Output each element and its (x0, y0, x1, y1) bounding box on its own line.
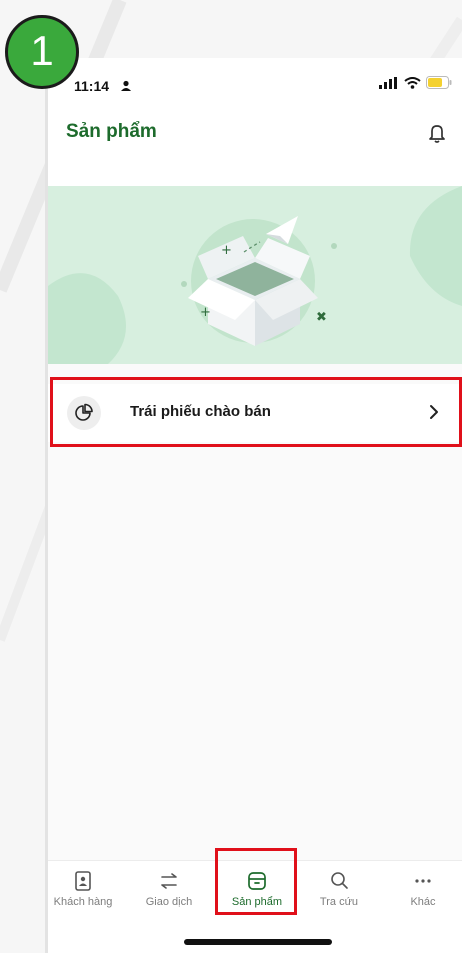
svg-text:✖: ✖ (316, 310, 327, 325)
transfer-arrows-icon (161, 873, 177, 889)
step-number-badge: 1 (5, 15, 79, 89)
screenshot-canvas: 11:14 Sản phẩm + + ✖ Trái phiếu chào bán… (0, 0, 462, 953)
tab-customers[interactable]: Khách hàng (48, 869, 124, 915)
tab-label-customers: Khách hàng (53, 896, 113, 908)
banner-illustration: + + ✖ (48, 186, 462, 364)
home-indicator (184, 939, 332, 945)
battery-icon (426, 76, 452, 89)
svg-text:+: + (221, 243, 232, 258)
person-icon (121, 80, 131, 91)
status-icons (379, 76, 452, 89)
signal-icon (379, 76, 397, 89)
highlight-box-product (50, 377, 462, 447)
customer-file-icon (75, 871, 91, 891)
bell-icon[interactable] (424, 120, 450, 146)
tab-lookup[interactable]: Tra cứu (298, 869, 380, 915)
tab-label-transactions: Giao dịch (145, 896, 193, 908)
tab-more[interactable]: Khác (382, 869, 462, 915)
more-dots-icon (415, 879, 431, 883)
highlight-box-tab (215, 848, 297, 915)
phone-screen: 11:14 Sản phẩm + + ✖ Trái phiếu chào bán… (48, 58, 462, 953)
page-title: Sản phẩm (66, 121, 157, 142)
status-time: 11:14 (74, 78, 110, 94)
tab-transactions[interactable]: Giao dịch (128, 869, 210, 915)
svg-text:+: + (200, 305, 211, 320)
wifi-icon (404, 76, 421, 89)
tab-label-lookup: Tra cứu (319, 896, 359, 908)
status-bar: 11:14 (48, 58, 462, 98)
app-header: Sản phẩm (48, 98, 462, 186)
tab-label-more: Khác (410, 896, 436, 908)
search-icon (331, 872, 348, 889)
products-banner: + + ✖ (48, 186, 462, 364)
